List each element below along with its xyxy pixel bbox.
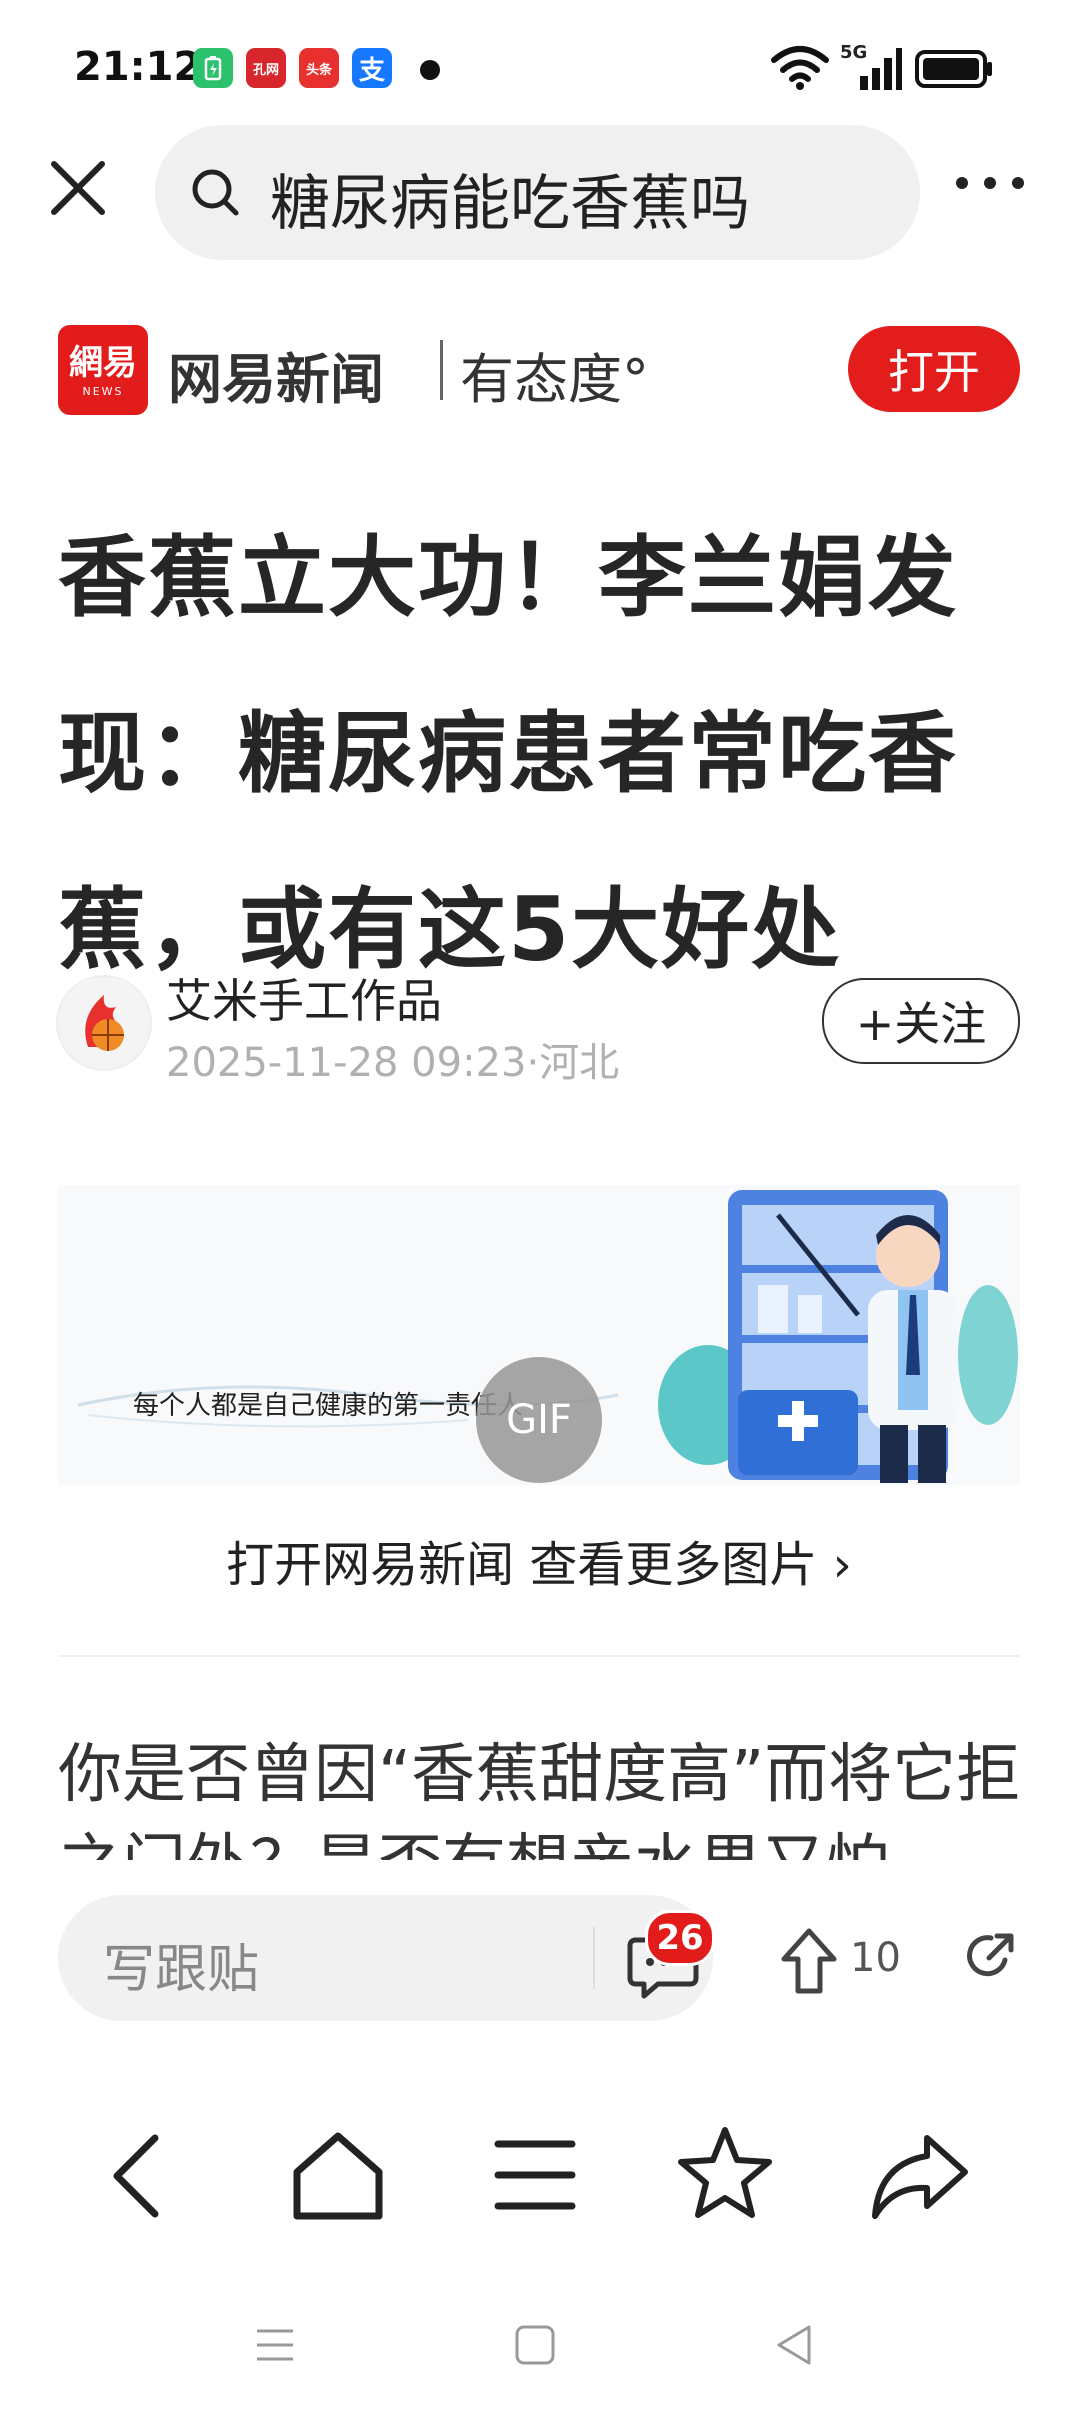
battery-app-icon [193, 48, 233, 88]
upvote-count: 10 [850, 1935, 901, 1981]
comment-count-badge: 26 [645, 1910, 715, 1966]
reply-input[interactable]: 写跟贴 [58, 1895, 713, 2021]
forward-share-icon[interactable] [865, 2120, 975, 2230]
status-time: 21:12 [74, 44, 202, 90]
notification-dot-icon [420, 60, 440, 80]
search-input[interactable]: 糖尿病能吃香蕉吗 [155, 125, 920, 260]
basketball-fire-icon [85, 995, 124, 1051]
wifi-icon [771, 46, 829, 90]
browser-toolbar [0, 2080, 1080, 2260]
gif-badge[interactable]: GIF [476, 1357, 602, 1483]
reply-placeholder: 写跟贴 [103, 1940, 260, 2000]
more-options-button[interactable] [950, 168, 1030, 198]
image-card[interactable]: 每个人都是自己健康的第一责任人 GIF 打开网易新闻 查看更多图片 › [58, 1185, 1020, 1657]
share-icon[interactable] [965, 1930, 1017, 1982]
image-caption: 每个人都是自己健康的第一责任人 [133, 1391, 524, 1421]
article-body: 你是否曾因“香蕉甜度高”而将它拒之门外？是否有想亲水果又怕... [58, 1738, 1021, 1880]
search-icon [192, 169, 239, 216]
doctor-illustration [658, 1190, 1018, 1483]
search-query: 糖尿病能吃香蕉吗 [270, 169, 750, 239]
article-headline: 香蕉立大功！李兰娟发现：糖尿病患者常吃香蕉，或有这5大好处 [58, 526, 959, 981]
author-avatar[interactable] [56, 975, 152, 1071]
alipay-app-icon: 支 [352, 48, 392, 88]
recent-apps-icon[interactable] [245, 2315, 305, 2375]
brand-slogan: 有态度° [460, 348, 649, 411]
logo-text: 網易 [69, 343, 137, 383]
open-app-button[interactable]: 打开 [848, 326, 1020, 412]
upvote-icon[interactable] [778, 1925, 840, 1997]
menu-icon[interactable] [480, 2120, 590, 2230]
system-back-icon[interactable] [765, 2315, 825, 2375]
comment-bar: 写跟贴 [0, 1860, 1080, 2040]
follow-button[interactable]: +关注 [822, 978, 1020, 1064]
signal-icon [860, 48, 902, 90]
close-button[interactable] [40, 150, 120, 230]
system-navigation-bar [0, 2290, 1080, 2412]
toutiao-app-icon: 头条 [299, 48, 339, 88]
status-bar: 21:12 孔网 头条 支 5G [0, 0, 1080, 120]
reply-divider [593, 1927, 595, 1989]
logo-subtext: NEWS [82, 385, 124, 398]
back-icon[interactable] [85, 2120, 195, 2230]
author-name[interactable]: 艾米手工作品 [166, 965, 442, 1031]
view-more-pictures-link[interactable]: 打开网易新闻 查看更多图片 › [58, 1525, 1020, 1595]
publish-meta: 2025-11-28 09:23·河北 [166, 1040, 620, 1086]
netease-logo: 網易 NEWS [58, 325, 148, 415]
battery-icon [915, 50, 992, 88]
system-home-icon[interactable] [505, 2315, 565, 2375]
favorite-star-icon[interactable] [670, 2120, 780, 2230]
brand-name: 网易新闻 [168, 348, 384, 411]
kongwang-app-icon: 孔网 [246, 48, 286, 88]
home-icon[interactable] [283, 2120, 393, 2230]
brand-divider [440, 340, 443, 400]
